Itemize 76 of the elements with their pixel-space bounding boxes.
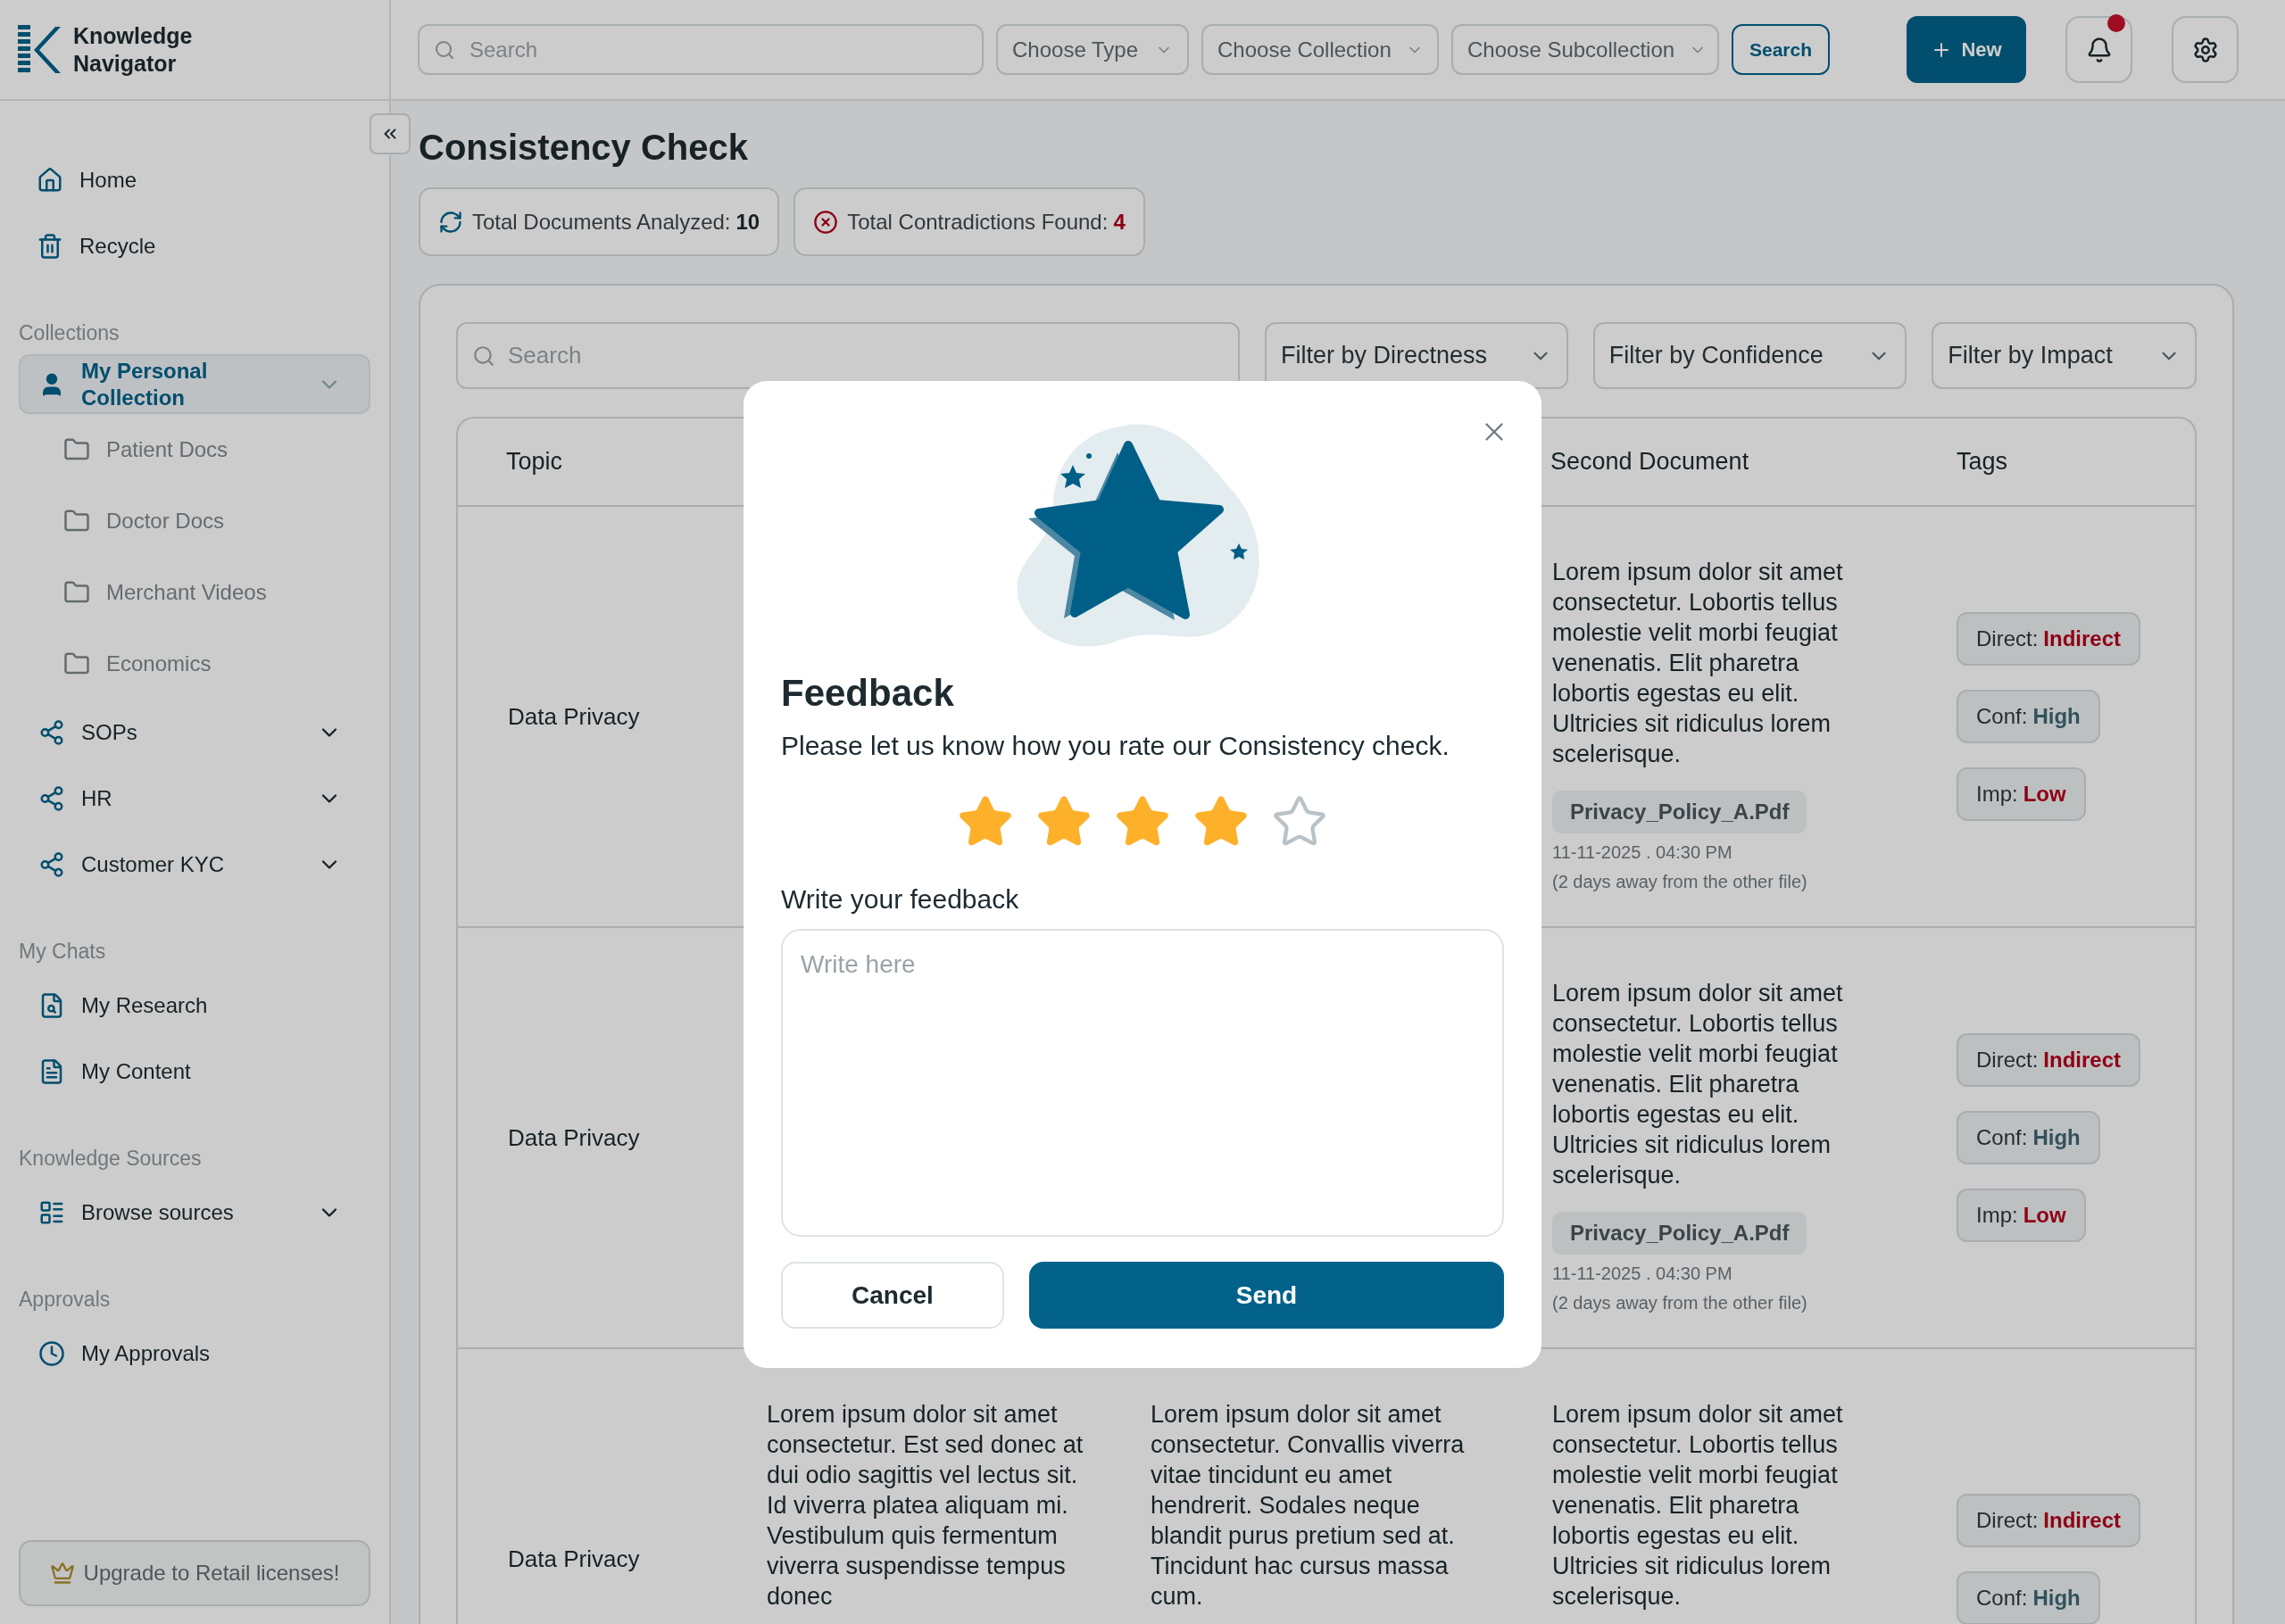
x-circle-icon [813,209,839,235]
section-title: Approvals [19,1287,112,1312]
sidebar-item[interactable]: Customer KYC [19,832,370,898]
sidebar-item[interactable]: HR [19,766,370,832]
send-button[interactable]: Send [1029,1262,1504,1329]
search-field[interactable]: Search [456,322,1240,389]
document-text: Lorem ipsum dolor sit amet consectetur. Lobortis tellus molestie velit morbi feugiat venenatis. Elit pharetra lobortis egestas eu elit. Ultricies sit ridiculus lorem scelerisque. [1552,558,1844,769]
dropdown[interactable]: Choose Type [996,24,1189,75]
trash-icon [37,233,63,260]
search-icon [472,344,495,368]
app-name: Knowledge Navigator [73,21,194,78]
file-note: (2 days away from the other file) [1552,872,1808,892]
crown-icon [49,1561,75,1586]
home-icon [37,167,63,194]
refresh-icon [438,209,463,235]
topic-cell-text: Data Privacy [507,1123,641,1153]
file-chip[interactable]: Privacy_Policy_A.Pdf [1552,791,1807,833]
dropdown[interactable]: Choose Subcollection [1451,24,1719,75]
tag: Imp: Low [1957,767,2086,821]
column-header: Topic [505,447,564,476]
settings-icon [2191,36,2219,63]
network-icon [38,851,65,878]
tag: Conf: High [1957,1570,2100,1624]
filter-dropdown[interactable]: Filter by Confidence [1592,322,1907,389]
topic-cell-text: Data Privacy [507,1544,641,1574]
search-field[interactable]: Search [418,24,984,75]
file-date: 11-11-2025 . 04:30 PM [1552,1264,1733,1284]
document-text: Lorem ipsum dolor sit amet consectetur. Lobortis tellus molestie velit morbi feugiat venenatis. Elit pharetra lobortis egestas eu elit. Ultricies sit ridiculus lorem scelerisque. [1552,1400,1844,1612]
filter-dropdown[interactable]: Filter by Impact [1932,322,2197,389]
sidebar-item[interactable]: Browse sources [19,1180,370,1246]
sidebar-item[interactable]: SOPs [19,700,370,766]
search-icon [434,38,455,61]
stat-chip: Total Documents Analyzed: 10 [419,187,780,256]
feedback-input[interactable]: Write here [781,929,1504,1237]
tag: Direct: Indirect [1957,612,2141,666]
settings-button[interactable] [2172,16,2239,83]
collapse-button[interactable] [370,113,411,154]
nav-item[interactable]: Home [19,147,370,213]
sidebar-item[interactable]: My Research [19,973,370,1039]
page-title: Consistency Check [419,128,750,168]
document-text: Lorem ipsum dolor sit amet consectetur. Est sed donec at dui odio sagittis vel lectus sit. Id viverra platea aliquam mi. Vestibulum quis fermentum viverra suspendisse tempus donec [767,1400,1084,1612]
sidebar-item[interactable]: My Approvals [19,1321,370,1387]
search-button[interactable]: Search [1732,24,1831,75]
dialog-title: Feedback [781,672,955,715]
notification-button[interactable] [2065,16,2132,83]
section-title: Collections [19,320,120,345]
logo-icon [18,24,61,75]
document-text: Lorem ipsum dolor sit amet consectetur. Lobortis tellus molestie velit morbi feugiat venenatis. Elit pharetra lobortis egestas eu elit. Ultricies sit ridiculus lorem scelerisque. [1552,979,1844,1190]
file-note: (2 days away from the other file) [1552,1293,1808,1313]
dropdown[interactable]: Choose Collection [1201,24,1439,75]
new-button[interactable]: New [1907,16,2026,83]
sidebar-item[interactable]: My Content [19,1039,370,1105]
file-chip[interactable]: Privacy_Policy_A.Pdf [1552,1212,1807,1255]
sidebar-item[interactable]: My Personal Collection [19,354,370,414]
column-header: Second Document [1550,447,1750,476]
topic-cell-text: Data Privacy [507,701,641,732]
feedback-label: Write your feedback [781,884,1020,915]
network-icon [38,785,65,812]
file-date: 11-11-2025 . 04:30 PM [1552,842,1733,863]
nav-item[interactable]: Recycle [19,213,370,279]
tag: Direct: Indirect [1957,1493,2141,1547]
tag: Direct: Indirect [1957,1033,2141,1087]
stat-chip: Total Contradictions Found: 4 [794,187,1145,256]
column-header: Tags [1956,447,2009,476]
section-title: Knowledge Sources [19,1146,203,1171]
upgrade-button[interactable]: Upgrade to Retail licenses! [19,1540,370,1606]
tag: Imp: Low [1957,1189,2086,1242]
dialog-message: Please let us know how you rate our Consistency check. [781,731,1450,761]
tag: Conf: High [1957,1111,2100,1164]
list-icon [38,1199,65,1226]
clock-icon [38,1340,65,1367]
network-icon [38,719,65,746]
document-text: Lorem ipsum dolor sit amet consectetur. Convallis viverra vitae tincidunt eu amet hendrerit. Sodales neque blandit purus pretium sed at. Tincidunt hac cursus massa cum. [1151,1400,1466,1612]
cancel-button[interactable]: Cancel [781,1262,1004,1329]
tag: Conf: High [1957,690,2100,743]
section-title: My Chats [19,939,107,964]
